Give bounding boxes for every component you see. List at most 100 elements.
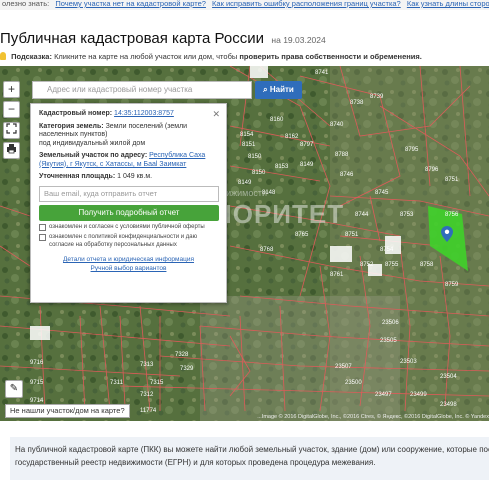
plot-info-popup: ✕ Кадастровый номер: 14:35:112003:8757 К… bbox=[30, 103, 227, 303]
plot-label: 8756 bbox=[445, 212, 459, 218]
search-button[interactable]: ⌕ Найти bbox=[255, 81, 302, 99]
plot-label: 23500 bbox=[345, 380, 362, 386]
plot-label: 23506 bbox=[382, 320, 399, 326]
area-row: Уточненная площадь: 1 049 кв.м. bbox=[39, 173, 218, 182]
plot-label: 7312 bbox=[140, 392, 154, 398]
get-report-button[interactable]: Получить подробный отчет bbox=[39, 204, 219, 221]
page-header: Публичная кадастровая карта России на 19… bbox=[0, 30, 326, 48]
consent-offer-checkbox[interactable] bbox=[39, 223, 46, 231]
plot-label: 7328 bbox=[175, 352, 189, 358]
plot-label: 8738 bbox=[350, 100, 364, 106]
search-input[interactable]: Адрес или кадастровый номер участка bbox=[32, 81, 252, 99]
plot-label: 7311 bbox=[110, 380, 124, 386]
plot-label: 8795 bbox=[405, 147, 419, 153]
link-side-lengths[interactable]: Как узнать длины сторон участка? bbox=[407, 0, 489, 8]
plot-label: 8149 bbox=[238, 180, 252, 186]
consent-privacy-checkbox[interactable] bbox=[39, 234, 46, 241]
cadastral-map[interactable]: 8739 8738 8741 8740 8797 8788 8795 8796 … bbox=[0, 66, 489, 421]
plot-label: 8761 bbox=[330, 272, 344, 278]
plot-label: 8788 bbox=[335, 152, 349, 158]
land-category-row: Категория земель: Земли поселений (земли… bbox=[39, 123, 218, 149]
address-label: Земельный участок по адресу: bbox=[39, 152, 148, 159]
area-label: Уточненная площадь: bbox=[39, 173, 116, 180]
plot-label: 23507 bbox=[335, 364, 352, 370]
plot-label: 9716 bbox=[30, 360, 44, 366]
plot-label: 23505 bbox=[380, 338, 397, 344]
printer-icon bbox=[7, 144, 16, 154]
land-use-value: под индивидуальный жилой дом bbox=[39, 139, 146, 147]
plot-label: 8739 bbox=[370, 94, 384, 100]
plot-label: 8754 bbox=[380, 247, 394, 253]
plot-label: 8768 bbox=[260, 247, 274, 253]
link-why-no-plot[interactable]: Почему участка нет на кадастровой карте? bbox=[55, 0, 206, 8]
search-button-label: Найти bbox=[269, 85, 294, 94]
plot-label: 8149 bbox=[300, 162, 314, 168]
plot-label: 8796 bbox=[425, 167, 439, 173]
hint-text: Кликните на карте на любой участок или д… bbox=[54, 52, 238, 61]
email-placeholder: Ваш email, куда отправить отчет bbox=[44, 188, 158, 198]
info-note-line2: государственный реестр недвижимости (ЕГР… bbox=[15, 458, 376, 467]
link-fix-boundaries[interactable]: Как исправить ошибку расположения границ… bbox=[212, 0, 401, 8]
plot-label: 8160 bbox=[270, 117, 284, 123]
plot-label: 8797 bbox=[300, 142, 314, 148]
plot-label: 9715 bbox=[30, 380, 44, 386]
useful-links-prefix: олезно знать: bbox=[2, 0, 50, 8]
consent-privacy-text: ознакомлен с политикой конфиденциальност… bbox=[49, 234, 198, 248]
cadastral-number-label: Кадастровый номер: bbox=[39, 110, 113, 117]
plot-label: 8150 bbox=[248, 154, 262, 160]
info-note: На публичной кадастровой карте (ПКК) вы … bbox=[10, 437, 489, 480]
email-field[interactable]: Ваш email, куда отправить отчет bbox=[39, 185, 219, 202]
plot-label: 8751 bbox=[445, 177, 459, 183]
consent-offer-text: ознакомлен и согласен с условиями публич… bbox=[49, 223, 205, 230]
fullscreen-button[interactable] bbox=[3, 122, 20, 139]
close-icon[interactable]: ✕ bbox=[212, 109, 220, 120]
plot-label: 7329 bbox=[180, 366, 194, 372]
useful-links-bar: олезно знать: Почему участка нет на када… bbox=[0, 0, 489, 10]
plot-label: 8153 bbox=[275, 164, 289, 170]
consent-privacy: ознакомлен с политикой конфиденциальност… bbox=[39, 234, 218, 249]
plot-label: 8150 bbox=[252, 170, 266, 176]
plot-label: 8755 bbox=[385, 262, 399, 268]
plot-label: 8151 bbox=[242, 142, 256, 148]
plot-label: 8753 bbox=[400, 212, 414, 218]
plot-label: 8759 bbox=[445, 282, 459, 288]
hint-line: Подсказка: Кликните на карте на любой уч… bbox=[0, 52, 422, 61]
plot-label: 8765 bbox=[295, 232, 309, 238]
plot-label: 8740 bbox=[330, 122, 344, 128]
plot-label: 8752 bbox=[360, 262, 374, 268]
search-placeholder: Адрес или кадастровый номер участка bbox=[47, 85, 193, 94]
plot-label: 7313 bbox=[140, 362, 154, 368]
page-date: на 19.03.2024 bbox=[271, 35, 326, 45]
plot-label: 8746 bbox=[340, 172, 354, 178]
zoom-out-button[interactable]: − bbox=[3, 101, 20, 118]
report-details-link[interactable]: Детали отчета и юридическая информация bbox=[39, 255, 218, 264]
plot-label: 11774 bbox=[140, 408, 157, 414]
not-found-button[interactable]: Не нашли участок/дом на карте? bbox=[5, 404, 130, 418]
zoom-in-button[interactable]: + bbox=[3, 81, 20, 98]
info-note-line1: На публичной кадастровой карте (ПКК) вы … bbox=[15, 445, 489, 454]
plot-label: 8745 bbox=[375, 190, 389, 196]
plot-label: 8751 bbox=[345, 232, 359, 238]
manual-selection-link[interactable]: Ручной выбор вариантов bbox=[39, 264, 218, 273]
plot-label: 23499 bbox=[410, 392, 427, 398]
hint-bold: проверить права собственности и обремене… bbox=[239, 52, 422, 61]
plot-label: 8744 bbox=[355, 212, 369, 218]
plot-label: 8741 bbox=[315, 70, 329, 76]
cadastral-number-row: Кадастровый номер: 14:35:112003:8757 bbox=[39, 110, 218, 119]
plot-label: 8154 bbox=[240, 132, 254, 138]
plot-label: 23497 bbox=[375, 392, 392, 398]
map-attribution: ...Image © 2016 DigitalGlobe, Inc., ©201… bbox=[257, 414, 489, 420]
lightbulb-icon bbox=[0, 52, 6, 60]
plot-label: 23498 bbox=[440, 402, 457, 408]
pencil-icon: ✎ bbox=[9, 383, 19, 394]
cadastral-number-link[interactable]: 14:35:112003:8757 bbox=[114, 110, 174, 117]
edit-button[interactable]: ✎ bbox=[5, 380, 23, 398]
plot-label: 23504 bbox=[440, 374, 457, 380]
print-button[interactable] bbox=[3, 142, 20, 159]
consent-offer: ознакомлен и согласен с условиями публич… bbox=[39, 223, 218, 232]
hint-label: Подсказка: bbox=[11, 52, 52, 61]
page-title: Публичная кадастровая карта России bbox=[0, 30, 264, 47]
plot-label: 8758 bbox=[420, 262, 434, 268]
location-pin-icon[interactable] bbox=[441, 226, 453, 242]
land-category-label: Категория земель: bbox=[39, 122, 104, 130]
